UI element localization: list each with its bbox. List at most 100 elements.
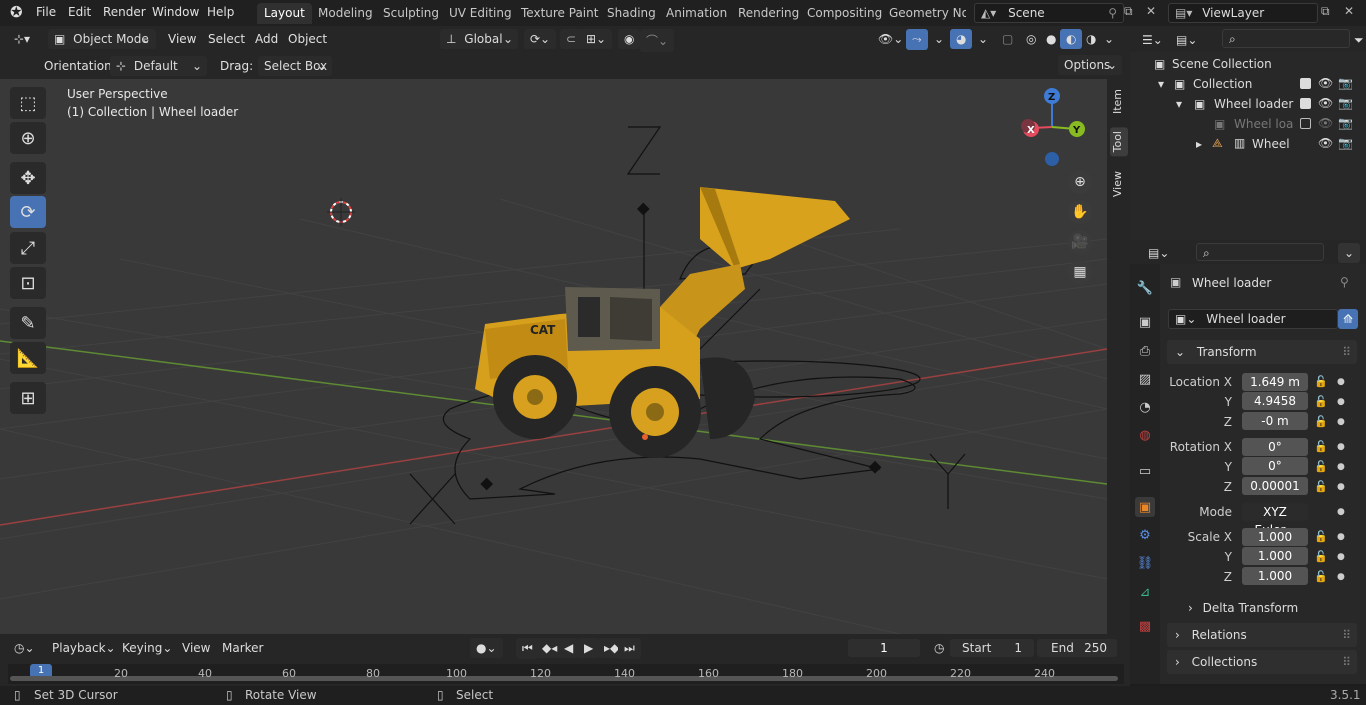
- measure-tool[interactable]: 📐: [10, 342, 46, 374]
- camera-render-icon[interactable]: 📷: [1338, 136, 1353, 150]
- menu-render[interactable]: Render: [103, 5, 146, 19]
- rotate-tool[interactable]: ⟳: [10, 196, 46, 228]
- current-frame-field[interactable]: 1: [848, 639, 920, 657]
- outliner-row-wheel-loader[interactable]: ▾ ▣ Wheel loader 👁 📷: [1130, 94, 1366, 114]
- filter-icon[interactable]: ⏷: [1352, 30, 1366, 51]
- collections-panel-header[interactable]: › Collections ⠿: [1167, 650, 1357, 674]
- tab-rendering[interactable]: Rendering: [731, 3, 806, 24]
- scale-x-field[interactable]: 1.000: [1242, 528, 1308, 546]
- tab-animation[interactable]: Animation: [659, 3, 734, 24]
- eye-icon[interactable]: 👁: [1318, 116, 1333, 130]
- tab-texture-paint[interactable]: Texture Paint: [514, 3, 605, 24]
- location-x-field[interactable]: 1.649 m: [1242, 373, 1308, 391]
- tab-tool[interactable]: Tool: [1110, 127, 1128, 157]
- play-reverse-icon[interactable]: ◀: [558, 638, 580, 658]
- tab-shading[interactable]: Shading: [600, 3, 663, 24]
- proportional-edit-icon[interactable]: ◉: [618, 29, 641, 49]
- gizmo-toggle-icon[interactable]: ⤳: [906, 29, 928, 50]
- delete-scene-icon[interactable]: ✕: [1146, 4, 1156, 18]
- blender-logo-icon[interactable]: ✪: [10, 3, 23, 21]
- keyframe-dot-icon[interactable]: ●: [1337, 377, 1345, 387]
- pan-hand-icon[interactable]: ✋: [1068, 200, 1092, 224]
- properties-options-icon[interactable]: ⌄: [1338, 243, 1361, 263]
- auto-keying-icon[interactable]: ●⌄: [470, 638, 503, 658]
- collection-tab-icon[interactable]: ▭: [1135, 461, 1155, 481]
- tab-compositing[interactable]: Compositing: [800, 3, 889, 24]
- orientation-dropdown[interactable]: ⊹ Default ⌄: [110, 56, 207, 76]
- outliner-row-wheel-object[interactable]: ▸ ⟁ ▥ Wheel l 👁 📷: [1130, 134, 1366, 154]
- 3d-cursor[interactable]: [327, 198, 355, 226]
- data-tab-icon[interactable]: ⊿: [1135, 582, 1155, 602]
- delete-view-layer-icon[interactable]: ✕: [1344, 4, 1354, 18]
- transform-panel-header[interactable]: ⌄ Transform ⠿: [1167, 340, 1357, 364]
- jump-end-icon[interactable]: ⏭: [618, 638, 641, 659]
- viewport-menu-select[interactable]: Select: [208, 32, 245, 46]
- overlay-toggle-icon[interactable]: ◕: [950, 29, 973, 49]
- tab-uv-editing[interactable]: UV Editing: [442, 3, 519, 24]
- move-tool[interactable]: ✥: [10, 162, 46, 194]
- overlay-dropdown-icon[interactable]: ⌄: [972, 29, 994, 49]
- timeline-view-menu[interactable]: View: [176, 638, 216, 658]
- perspective-grid-icon[interactable]: ▦: [1068, 260, 1092, 284]
- wheel-loader-model[interactable]: CAT: [475, 187, 850, 458]
- keying-menu[interactable]: Keying⌄: [116, 638, 178, 658]
- view-layer-tab-icon[interactable]: ▨: [1135, 369, 1155, 389]
- snap-icon[interactable]: ⊂: [560, 29, 583, 49]
- lock-icon[interactable]: 🔓: [1314, 530, 1328, 543]
- keyframe-dot-icon[interactable]: ●: [1337, 482, 1345, 492]
- eye-icon[interactable]: 👁: [1318, 136, 1333, 150]
- rotation-z-field[interactable]: 0.00001: [1242, 477, 1308, 495]
- output-tab-icon[interactable]: ⎙: [1135, 341, 1155, 361]
- camera-render-icon[interactable]: 📷: [1338, 76, 1353, 90]
- pivot-point-icon[interactable]: ⟳⌄: [524, 29, 557, 49]
- cursor-tool[interactable]: ⊕: [10, 122, 46, 154]
- editor-type-icon[interactable]: ⊹▾: [8, 29, 36, 49]
- drag-handle-icon[interactable]: ⠿: [1342, 345, 1351, 359]
- keyframe-dot-icon[interactable]: ●: [1337, 442, 1345, 452]
- keyframe-dot-icon[interactable]: ●: [1337, 552, 1345, 562]
- viewport-menu-add[interactable]: Add: [255, 32, 278, 46]
- new-scene-icon[interactable]: ⧉: [1124, 4, 1133, 19]
- camera-render-icon[interactable]: 📷: [1338, 96, 1353, 110]
- scale-z-field[interactable]: 1.000: [1242, 567, 1308, 585]
- modifier-tab-icon[interactable]: ⚙: [1135, 525, 1155, 545]
- outliner-search-input[interactable]: ⌕: [1222, 29, 1350, 48]
- viewport-menu-object[interactable]: Object: [288, 32, 327, 46]
- delta-transform-subpanel[interactable]: › Delta Transform: [1176, 601, 1298, 615]
- menu-help[interactable]: Help: [207, 5, 234, 19]
- outliner-row-scene-collection[interactable]: ▣ Scene Collection: [1130, 54, 1366, 74]
- keyframe-dot-icon[interactable]: ●: [1337, 417, 1345, 427]
- object-tab-icon[interactable]: ▣: [1135, 497, 1155, 517]
- keyframe-dot-icon[interactable]: ●: [1337, 462, 1345, 472]
- pin-icon[interactable]: ⚲: [1340, 275, 1349, 289]
- properties-search-input[interactable]: ⌕: [1196, 243, 1324, 261]
- world-tab-icon[interactable]: ◍: [1135, 425, 1155, 445]
- exclude-checkbox[interactable]: [1300, 98, 1311, 109]
- outliner-row-wheel-loader-sub[interactable]: ▣ Wheel loade 👁 📷: [1130, 114, 1366, 134]
- relations-panel-header[interactable]: › Relations ⠿: [1167, 623, 1357, 647]
- display-mode-icon[interactable]: ▤⌄: [1170, 30, 1203, 50]
- eye-icon[interactable]: 👁: [1318, 76, 1333, 90]
- outliner-editor-icon[interactable]: ☰⌄: [1136, 30, 1169, 50]
- render-tab-icon[interactable]: ▣: [1135, 312, 1155, 332]
- options-button[interactable]: Options ⌄: [1058, 55, 1122, 75]
- menu-edit[interactable]: Edit: [68, 5, 91, 19]
- view-layer-selector[interactable]: ▤▾ ViewLayer: [1168, 3, 1318, 23]
- menu-window[interactable]: Window: [152, 5, 199, 19]
- scale-y-field[interactable]: 1.000: [1242, 547, 1308, 565]
- keyframe-dot-icon[interactable]: ●: [1337, 397, 1345, 407]
- navigation-gizmo[interactable]: Z Y X: [1010, 84, 1090, 169]
- transform-orientation-selector[interactable]: ⊥ Global ⌄: [440, 29, 518, 49]
- object-name-field[interactable]: ▣⌄ Wheel loader: [1168, 309, 1338, 329]
- tab-geometry-nodes[interactable]: Geometry Noc: [882, 3, 966, 24]
- xray-icon[interactable]: ▢: [996, 29, 1019, 49]
- gizmo-dropdown-icon[interactable]: ⌄: [928, 29, 950, 49]
- tab-layout[interactable]: Layout: [257, 3, 312, 24]
- lock-icon[interactable]: 🔓: [1314, 440, 1328, 453]
- rotation-y-field[interactable]: 0°: [1242, 457, 1308, 475]
- add-cube-tool[interactable]: ⊞: [10, 382, 46, 414]
- expand-arrow-icon[interactable]: ▸: [1196, 137, 1202, 151]
- constraint-tab-icon[interactable]: ⛓: [1135, 553, 1155, 573]
- lock-icon[interactable]: 🔓: [1314, 460, 1328, 473]
- snap-target-icon[interactable]: ⊞⌄: [580, 29, 613, 49]
